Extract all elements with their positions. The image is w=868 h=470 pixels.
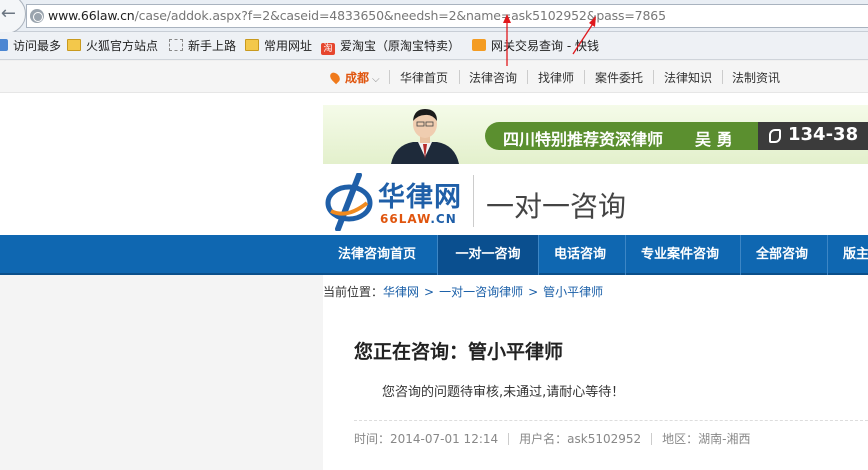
topnav-link-consult[interactable]: 法律咨询	[469, 69, 517, 86]
review-status-message: 您咨询的问题待审核,未通过,请耐心等待！	[382, 385, 625, 400]
meta-region: 地区：湖南-湘西	[662, 432, 751, 446]
consultation-panel: 您正在咨询：管小平律师 您咨询的问题待审核,未通过,请耐心等待！ 时间：2014…	[323, 301, 868, 470]
bookmark-label: 访问最多	[13, 39, 62, 53]
divider	[538, 235, 539, 275]
divider	[653, 70, 654, 84]
meta-username: 用户名：ask5102952	[519, 432, 642, 446]
divider	[389, 70, 390, 84]
bookmark-label: 常用网址	[264, 39, 313, 53]
breadcrumb-link-one-on-one[interactable]: 一对一咨询律师	[439, 285, 523, 299]
divider	[722, 70, 723, 84]
page-icon	[169, 39, 183, 51]
bookmark-label: 新手上路	[188, 39, 237, 53]
logo-domain-suffix: .CN	[430, 212, 457, 226]
divider	[354, 420, 868, 421]
divider	[584, 70, 585, 84]
site-header: 华律网 66LAW.CN 一对一咨询	[323, 171, 868, 235]
mainnav-moderator[interactable]: 版主	[843, 235, 868, 275]
bookmark-label: 火狐官方站点	[86, 39, 159, 53]
divider	[473, 175, 474, 227]
phone-icon	[769, 129, 781, 143]
bookmark-common-sites[interactable]: 常用网址	[245, 38, 312, 54]
divider	[651, 433, 653, 445]
banner-phone-number: 134-38	[788, 124, 859, 145]
meta-time: 时间：2014-07-01 12:14	[354, 432, 499, 446]
arrow-head-icon	[503, 14, 511, 23]
url-host: www.66law.cn	[48, 8, 135, 23]
folder-icon	[245, 39, 259, 51]
mainnav-phone-consult[interactable]: 电话咨询	[554, 235, 606, 275]
breadcrumb-link-lawyer[interactable]: 管小平律师	[543, 285, 603, 299]
annotation-arrows	[503, 14, 596, 66]
divider	[527, 70, 528, 84]
site-identity-icon[interactable]	[30, 9, 44, 23]
left-margin	[0, 275, 323, 470]
main-navigation: 法律咨询首页 一对一咨询 电话咨询 专业案件咨询 全部咨询 版主	[0, 235, 868, 275]
consultation-title: 您正在咨询：管小平律师	[354, 341, 564, 363]
site-logo-text[interactable]: 华律网	[378, 175, 462, 214]
breadcrumb-separator: >	[528, 285, 539, 299]
top-navigation: 成都 ⌵ 华律首页 法律咨询 找律师 案件委托 法律知识 法制资讯	[0, 61, 868, 93]
mainnav-one-on-one[interactable]: 一对一咨询	[438, 235, 538, 275]
folder-icon	[67, 39, 81, 51]
mainnav-all-consult[interactable]: 全部咨询	[756, 235, 808, 275]
screenshot-root: www.66law.cn/case/addok.aspx?f=2&caseid=…	[0, 0, 868, 470]
topnav-link-home[interactable]: 华律首页	[400, 69, 448, 86]
bookmark-most-visited[interactable]: 访问最多	[0, 38, 61, 54]
mainnav-consult-home[interactable]: 法律咨询首页	[338, 235, 416, 275]
divider	[459, 70, 460, 84]
address-bar[interactable]: www.66law.cn/case/addok.aspx?f=2&caseid=…	[26, 4, 868, 28]
consultation-meta: 时间：2014-07-01 12:14 用户名：ask5102952 地区：湖南-湘…	[354, 430, 750, 447]
back-button[interactable]: ←	[0, 0, 26, 34]
web-page: 成都 ⌵ 华律首页 法律咨询 找律师 案件委托 法律知识 法制资讯 四川特别推荐…	[0, 61, 868, 470]
annotation-arrow-pass	[572, 21, 595, 55]
browser-address-row: www.66law.cn/case/addok.aspx?f=2&caseid=…	[0, 0, 868, 34]
divider	[740, 235, 741, 275]
divider	[827, 235, 828, 275]
breadcrumb: 当前位置：华律网 > 一对一咨询律师 > 管小平律师	[323, 283, 603, 300]
back-arrow-icon: ←	[0, 3, 16, 24]
taobao-icon: 淘	[321, 43, 335, 55]
lawyer-photo	[391, 109, 459, 164]
city-name: 成都	[345, 71, 370, 85]
divider	[508, 433, 510, 445]
logo-domain-main: 66LAW	[380, 212, 431, 226]
section-title: 一对一咨询	[486, 190, 627, 223]
bookmark-getting-started[interactable]: 新手上路	[169, 38, 236, 54]
breadcrumb-link-home[interactable]: 华律网	[383, 285, 419, 299]
city-selector[interactable]: 成都 ⌵	[328, 69, 380, 86]
bookmarks-toolbar: 访问最多 火狐官方站点 新手上路 常用网址 淘爱淘宝（原淘宝特卖） 网关交易查询…	[0, 32, 868, 60]
location-pin-icon	[328, 70, 342, 85]
topnav-link-legal-knowledge[interactable]: 法律知识	[664, 69, 712, 86]
folder-icon	[0, 39, 8, 51]
site-logo-mark[interactable]	[323, 173, 375, 231]
bookmark-aitaobao[interactable]: 淘爱淘宝（原淘宝特卖）	[321, 38, 461, 55]
topnav-link-legal-news[interactable]: 法制资讯	[732, 69, 780, 86]
chevron-down-icon: ⌵	[372, 74, 380, 85]
divider	[625, 235, 626, 275]
site-logo-domain: 66LAW.CN	[380, 212, 457, 226]
lawyer-ad-banner[interactable]: 四川特别推荐资深律师 吴 勇 134-38	[323, 105, 868, 164]
topnav-link-find-lawyer[interactable]: 找律师	[538, 69, 574, 86]
topnav-link-case-commission[interactable]: 案件委托	[595, 69, 643, 86]
breadcrumb-prefix: 当前位置：	[323, 285, 384, 299]
banner-lawyer-name: 吴 勇	[695, 130, 733, 149]
mainnav-case-consult[interactable]: 专业案件咨询	[641, 235, 719, 275]
banner-headline: 四川特别推荐资深律师	[503, 130, 664, 149]
breadcrumb-separator: >	[424, 285, 435, 299]
bookmark-label: 爱淘宝（原淘宝特卖）	[340, 39, 461, 53]
bookmark-firefox-site[interactable]: 火狐官方站点	[67, 38, 158, 54]
